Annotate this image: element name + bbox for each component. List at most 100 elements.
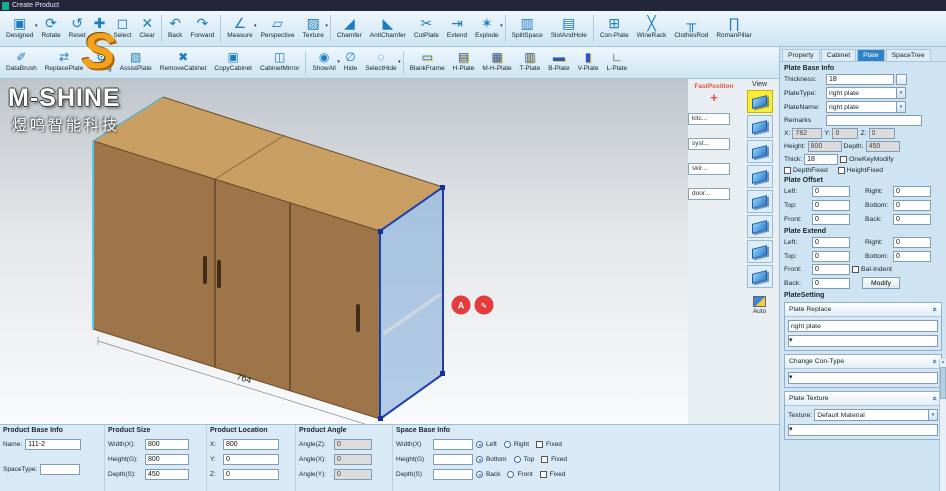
thickness-more-button[interactable] bbox=[896, 74, 907, 85]
forward-button[interactable]: ↷ ▾ Forward bbox=[186, 12, 218, 45]
t-plate-button[interactable]: ▥ ▾ T-Plate bbox=[516, 48, 545, 77]
extend-button[interactable]: ⇥ ▾ Extend bbox=[443, 12, 471, 45]
heightfixed-checkbox[interactable] bbox=[838, 167, 845, 174]
door-handle[interactable] bbox=[356, 304, 360, 332]
view-plate-icon-2[interactable] bbox=[747, 115, 773, 138]
depthfixed-checkbox[interactable] bbox=[784, 167, 791, 174]
extend-front-input[interactable] bbox=[812, 264, 850, 275]
h-plate-button[interactable]: ▤ ▾ H-Plate bbox=[449, 48, 479, 77]
field-input[interactable] bbox=[145, 439, 189, 450]
z-input[interactable] bbox=[869, 128, 895, 139]
field-input[interactable] bbox=[812, 200, 850, 211]
change-contype-dropdown[interactable]: ▾ bbox=[788, 372, 938, 384]
field-input[interactable] bbox=[334, 469, 372, 480]
option1-radio[interactable] bbox=[476, 456, 483, 463]
showall-button[interactable]: ◉ ▾ ShowAll bbox=[308, 48, 339, 77]
field-input[interactable] bbox=[812, 186, 850, 197]
collapse-chevron-icon[interactable]: « bbox=[930, 396, 939, 400]
measure-button[interactable]: ∠ ▾ Measure bbox=[223, 12, 256, 45]
explode-button[interactable]: ✶ ▾ Explode bbox=[471, 12, 503, 45]
field-input[interactable] bbox=[812, 214, 850, 225]
option1-radio[interactable] bbox=[476, 471, 483, 478]
fixed-checkbox[interactable] bbox=[536, 441, 543, 448]
romanpillar-button[interactable]: ∏ ▾ RomanPillar bbox=[712, 12, 755, 45]
remarks-input[interactable] bbox=[826, 115, 922, 126]
field-input[interactable] bbox=[334, 439, 372, 450]
fastpos-skirting-button[interactable]: skir... bbox=[688, 163, 730, 175]
slotandhole-button[interactable]: ▤ ▾ SlotAndHole bbox=[547, 12, 591, 45]
extend-back-input[interactable] bbox=[812, 278, 850, 289]
select-button[interactable]: ◻ ▾ Select bbox=[109, 12, 135, 45]
hide-button[interactable]: ∅ ▾ Hide bbox=[340, 48, 361, 77]
platetype-select[interactable]: right plate ▾ bbox=[826, 87, 906, 99]
splitspace-button[interactable]: ▥ ▾ SplitSpace bbox=[508, 12, 547, 45]
plate-replace-header[interactable]: Plate Replace « bbox=[785, 303, 941, 317]
fastpos-kitchen-button[interactable]: kitc... bbox=[688, 113, 730, 125]
perspective-button[interactable]: ▱ ▾ Perspective bbox=[257, 12, 299, 45]
onekeymodify-checkbox[interactable] bbox=[840, 156, 847, 163]
fastpos-system-button[interactable]: syst... bbox=[688, 138, 730, 150]
dropdown-caret-icon[interactable]: ▾ bbox=[325, 23, 328, 29]
chevron-down-icon[interactable]: ▾ bbox=[928, 410, 937, 420]
door-handle[interactable] bbox=[203, 256, 207, 284]
rotate-button[interactable]: ⟳ ▾ Rotate bbox=[37, 12, 64, 45]
view-plate-icon-3[interactable] bbox=[747, 140, 773, 163]
fixed-checkbox[interactable] bbox=[540, 471, 547, 478]
field-input[interactable] bbox=[223, 439, 279, 450]
field-input[interactable] bbox=[893, 200, 931, 211]
collapse-chevron-icon[interactable]: « bbox=[930, 359, 939, 363]
collapse-chevron-icon[interactable]: « bbox=[930, 307, 939, 311]
height-input[interactable] bbox=[808, 141, 842, 152]
chevron-down-icon[interactable]: ▾ bbox=[789, 337, 792, 344]
view-plate-icon-6[interactable] bbox=[747, 215, 773, 238]
option1-radio[interactable] bbox=[476, 441, 483, 448]
texture-select[interactable]: Default Material ▾ bbox=[814, 409, 938, 421]
selection-handle[interactable] bbox=[440, 185, 445, 190]
x-input[interactable] bbox=[792, 128, 822, 139]
copycabinet-button[interactable]: ▣ ▾ CopyCabinet bbox=[210, 48, 256, 77]
databrush-button[interactable]: ✐ ▾ DataBrush bbox=[2, 48, 41, 77]
l-plate-button[interactable]: ∟ ▾ L-Plate bbox=[603, 48, 632, 77]
space-row-input[interactable] bbox=[433, 469, 473, 480]
modify-button[interactable]: Modify bbox=[862, 277, 900, 289]
field-input[interactable] bbox=[812, 237, 850, 248]
dropdown-caret-icon[interactable]: ▾ bbox=[500, 23, 503, 29]
field-input[interactable] bbox=[334, 454, 372, 465]
designed-button[interactable]: ▣ ▾ Designed bbox=[2, 12, 37, 45]
view-plate-icon-7[interactable] bbox=[747, 240, 773, 263]
tab-plate[interactable]: Plate bbox=[857, 49, 885, 61]
plate-replace-dropdown[interactable]: ▾ bbox=[788, 335, 938, 347]
field-input[interactable] bbox=[145, 454, 189, 465]
cabinetmirror-button[interactable]: ◫ ▾ CabinetMirror bbox=[256, 48, 303, 77]
assistplate-button[interactable]: ▧ ▾ AssistPlate bbox=[116, 48, 156, 77]
dropdown-caret-icon[interactable]: ▾ bbox=[398, 59, 401, 65]
fast-position-add-button[interactable]: + bbox=[710, 92, 718, 104]
clothesrod-button[interactable]: ╥ ▾ ClothesRod bbox=[670, 12, 712, 45]
field-input[interactable] bbox=[893, 186, 931, 197]
b-plate-button[interactable]: ▬ ▾ B-Plate bbox=[544, 48, 573, 77]
field-input[interactable] bbox=[893, 214, 931, 225]
depth-input[interactable] bbox=[866, 141, 900, 152]
selection-handle[interactable] bbox=[378, 229, 383, 234]
view-plate-icon-5[interactable] bbox=[747, 190, 773, 213]
fixed-checkbox[interactable] bbox=[541, 456, 548, 463]
scrollbar-thumb[interactable] bbox=[940, 367, 946, 399]
platename-select[interactable]: right plate ▾ bbox=[826, 101, 906, 113]
product-name-input[interactable] bbox=[25, 439, 81, 450]
change-contype-header[interactable]: Change Con-Type « bbox=[785, 355, 941, 369]
door-handle[interactable] bbox=[217, 260, 221, 288]
texture-button[interactable]: ▨ ▾ Texture bbox=[299, 12, 328, 45]
option2-radio[interactable] bbox=[507, 471, 514, 478]
plate-texture-header[interactable]: Plate Texture « bbox=[785, 392, 941, 406]
space-row-input[interactable] bbox=[433, 454, 473, 465]
tab-spacetree[interactable]: SpaceTree bbox=[886, 49, 931, 61]
field-input[interactable] bbox=[893, 251, 931, 262]
scroll-up-icon[interactable]: ▴ bbox=[940, 359, 946, 366]
view-plate-icon-4[interactable] bbox=[747, 165, 773, 188]
thickness-input[interactable] bbox=[826, 74, 894, 85]
plate-replace-select[interactable]: right plate bbox=[788, 320, 938, 332]
chevron-down-icon[interactable]: ▾ bbox=[896, 88, 905, 98]
blankframe-button[interactable]: ▭ ▾ BlankFrame bbox=[406, 48, 449, 77]
winerack-button[interactable]: ╳ ▾ WineRack bbox=[633, 12, 671, 45]
field-input[interactable] bbox=[812, 251, 850, 262]
